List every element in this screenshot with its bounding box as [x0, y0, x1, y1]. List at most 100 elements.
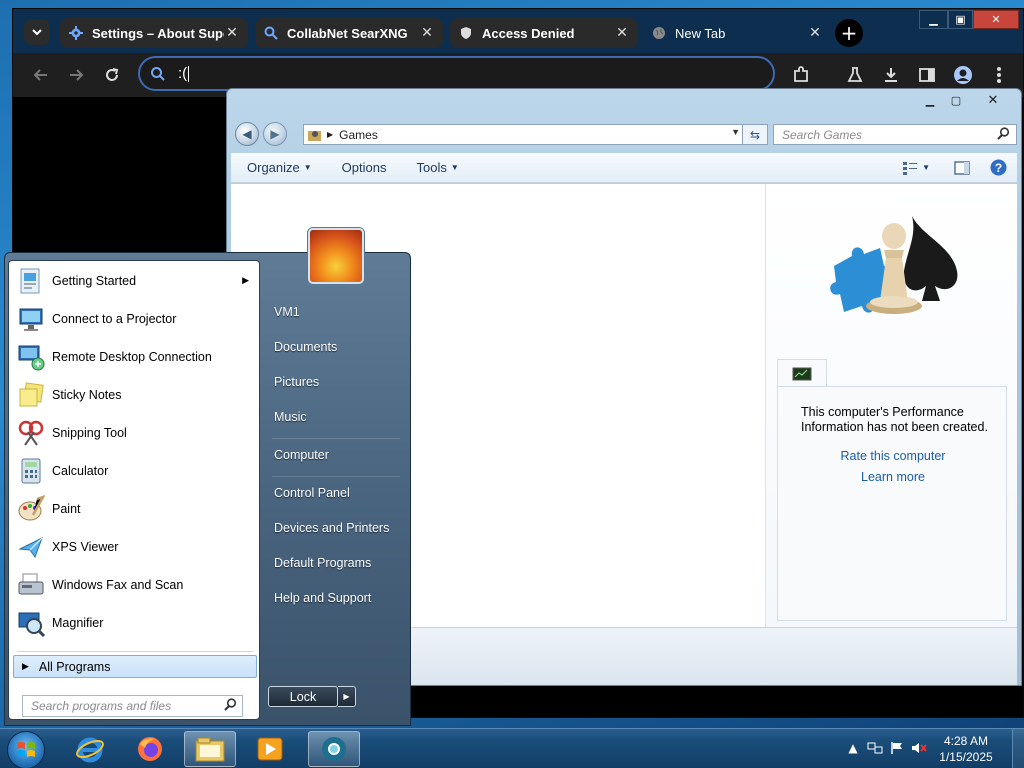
paint-icon	[15, 493, 47, 525]
tab-search-button[interactable]	[24, 19, 50, 45]
program-label: Sticky Notes	[52, 388, 122, 402]
labs-button[interactable]	[843, 63, 867, 87]
tab-strip: Settings – About Super ✕ CollabNet SearX…	[13, 9, 1023, 53]
organize-menu[interactable]: Organize ▼	[247, 160, 312, 175]
lock-button[interactable]: Lock	[268, 686, 338, 707]
network-icon[interactable]	[864, 739, 886, 757]
profile-button[interactable]	[951, 63, 975, 87]
user-folder-link[interactable]: VM1	[274, 305, 300, 319]
program-snipping-tool[interactable]: Snipping Tool	[11, 415, 257, 451]
program-sticky-notes[interactable]: Sticky Notes	[11, 377, 257, 413]
default-programs-link[interactable]: Default Programs	[274, 556, 371, 570]
shutdown-options-button[interactable]: ▶	[338, 686, 356, 707]
view-options-button[interactable]: ▼	[902, 161, 930, 175]
tools-menu[interactable]: Tools ▼	[416, 160, 458, 175]
start-search-input[interactable]: Search programs and files	[22, 695, 243, 717]
close-icon[interactable]: ✕	[614, 25, 630, 41]
program-label: Remote Desktop Connection	[52, 350, 212, 364]
view-list-icon	[903, 161, 918, 175]
documents-link[interactable]: Documents	[274, 340, 337, 354]
program-label: Calculator	[52, 464, 109, 478]
program-connect-projector[interactable]: Connect to a Projector	[11, 301, 257, 337]
pictures-link[interactable]: Pictures	[274, 375, 319, 389]
back-button[interactable]	[29, 63, 53, 87]
flask-icon	[847, 67, 863, 82]
maximize-button[interactable]: ▣	[948, 10, 973, 29]
minimize-button[interactable]: ▁	[917, 92, 943, 109]
taskbar-file-explorer[interactable]	[184, 731, 236, 767]
start-search-placeholder: Search programs and files	[31, 699, 172, 713]
forward-button[interactable]	[64, 63, 88, 87]
chevron-down-icon: ▼	[450, 163, 459, 172]
rate-computer-link[interactable]: Rate this computer	[778, 449, 1008, 463]
tab-new-tab[interactable]: New Tab ✕	[643, 18, 831, 48]
address-bar[interactable]: ▶ Games ▼	[303, 124, 743, 145]
program-fax-scan[interactable]: Windows Fax and Scan	[11, 567, 257, 603]
lock-label: Lock	[289, 689, 317, 704]
user-picture[interactable]	[308, 228, 364, 284]
organize-label: Organize	[247, 160, 300, 175]
arrow-right-icon	[70, 69, 84, 81]
program-label: Windows Fax and Scan	[52, 578, 184, 592]
program-calculator[interactable]: Calculator	[11, 453, 257, 489]
all-programs-button[interactable]: ▶ All Programs	[13, 655, 257, 678]
back-button[interactable]: ◀	[235, 122, 259, 146]
close-window-button[interactable]: ✕	[969, 92, 1017, 109]
new-tab-button[interactable]: +	[835, 19, 863, 47]
extensions-button[interactable]	[789, 63, 813, 87]
program-getting-started[interactable]: Getting Started ▶	[11, 263, 257, 299]
program-xps-viewer[interactable]: XPS Viewer	[11, 529, 257, 565]
help-support-link[interactable]: Help and Support	[274, 591, 371, 605]
tab-title: Access Denied	[482, 25, 575, 41]
start-button[interactable]	[7, 731, 45, 768]
program-remote-desktop[interactable]: Remote Desktop Connection	[11, 339, 257, 375]
menu-button[interactable]	[987, 63, 1011, 87]
taskbar-internet-explorer[interactable]	[64, 731, 116, 767]
refresh-button[interactable]: ⇆	[742, 124, 768, 145]
taskbar-media-player[interactable]	[244, 731, 296, 767]
program-paint[interactable]: Paint	[11, 491, 257, 527]
taskbar-chrome[interactable]	[308, 731, 360, 767]
search-icon[interactable]	[224, 698, 237, 714]
close-icon[interactable]: ✕	[419, 25, 435, 41]
devices-printers-link[interactable]: Devices and Printers	[274, 521, 389, 535]
show-hidden-icons-button[interactable]: ▲	[842, 739, 864, 757]
side-panel-button[interactable]	[915, 63, 939, 87]
magnifier-icon	[15, 607, 47, 639]
search-icon	[263, 25, 279, 41]
close-icon[interactable]: ✕	[807, 25, 823, 41]
performance-tab[interactable]	[777, 359, 827, 387]
taskbar-clock[interactable]: 4:28 AM 1/15/2025	[926, 733, 1006, 765]
program-magnifier[interactable]: Magnifier	[11, 605, 257, 641]
forward-button[interactable]: ▶	[263, 122, 287, 146]
preview-pane-button[interactable]	[954, 160, 970, 175]
help-button[interactable]: ?	[990, 159, 1007, 176]
computer-link[interactable]: Computer	[274, 448, 329, 462]
downloads-button[interactable]	[879, 63, 903, 87]
close-icon[interactable]: ✕	[224, 25, 240, 41]
minimize-button[interactable]: ▁	[919, 10, 948, 29]
taskbar-firefox[interactable]	[124, 731, 176, 767]
games-folder-icon	[308, 130, 321, 141]
control-panel-link[interactable]: Control Panel	[274, 486, 350, 500]
reload-button[interactable]	[100, 63, 124, 87]
tab-searxng[interactable]: CollabNet SearXNG ✕	[255, 18, 443, 48]
address-bar[interactable]: :(	[138, 56, 775, 91]
close-window-button[interactable]: ✕	[973, 10, 1019, 29]
search-icon[interactable]	[997, 127, 1010, 143]
side-panel-icon	[919, 68, 935, 82]
show-desktop-button[interactable]	[1012, 729, 1024, 768]
chevron-down-icon[interactable]: ▼	[731, 127, 740, 137]
learn-more-link[interactable]: Learn more	[778, 470, 1008, 484]
xps-viewer-icon	[15, 531, 47, 563]
maximize-button[interactable]: ▢	[943, 92, 969, 109]
tab-settings[interactable]: Settings – About Super ✕	[60, 18, 248, 48]
tab-access-denied[interactable]: Access Denied ✕	[450, 18, 638, 48]
tab-title: Settings – About Super	[92, 25, 224, 41]
sticky-notes-icon	[15, 379, 47, 411]
search-input[interactable]: Search Games	[773, 124, 1017, 145]
action-center-flag-icon[interactable]	[886, 739, 908, 757]
music-link[interactable]: Music	[274, 410, 307, 424]
remote-desktop-icon	[15, 341, 47, 373]
options-button[interactable]: Options	[342, 160, 387, 175]
